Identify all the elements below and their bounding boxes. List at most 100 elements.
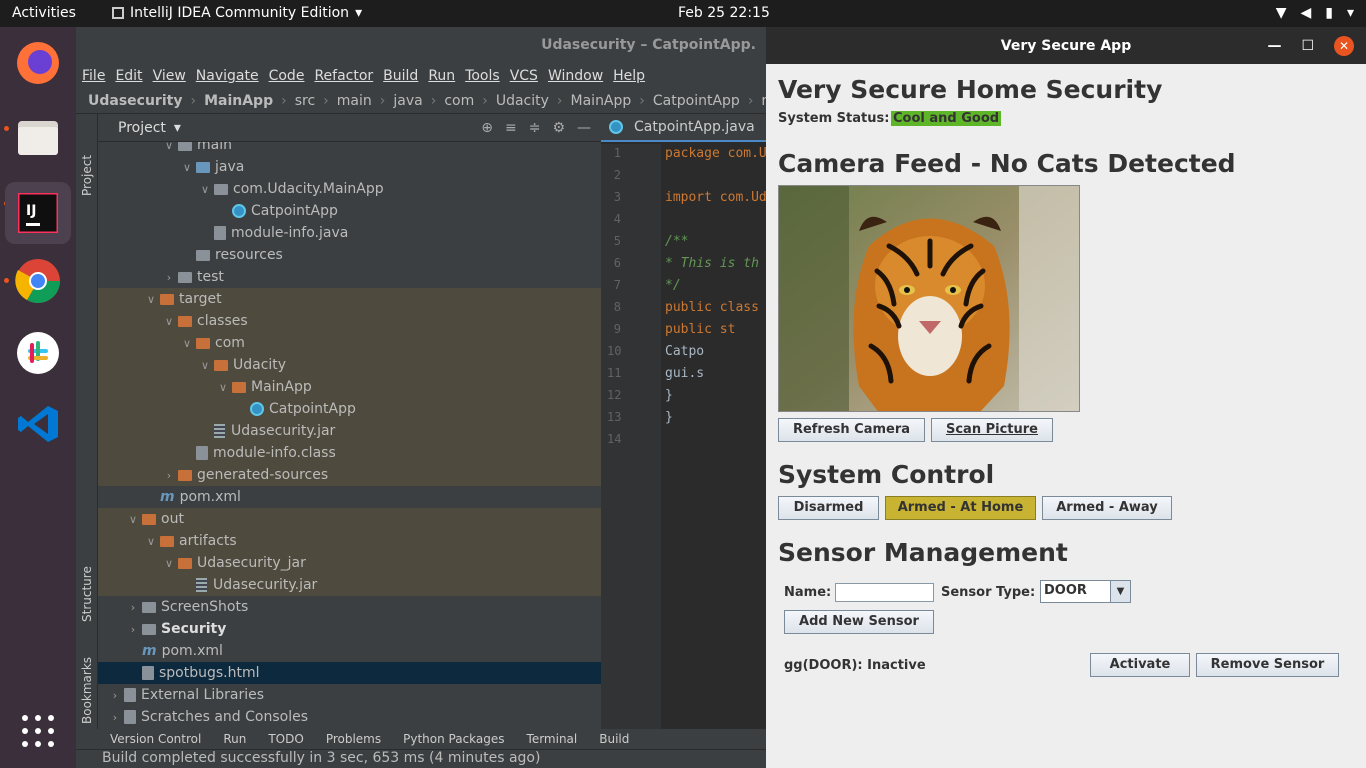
firefox-icon[interactable] [14, 39, 62, 87]
menu-item-view[interactable]: View [153, 68, 186, 84]
tree-row[interactable]: m pom.xml [98, 486, 601, 508]
chevron-down-icon[interactable]: ∨ [142, 535, 160, 548]
tool-tab-build[interactable]: Build [599, 732, 629, 746]
tree-row[interactable]: Udasecurity.jar [98, 574, 601, 596]
chevron-down-icon[interactable]: ∨ [214, 381, 232, 394]
tool-tab-python-packages[interactable]: Python Packages [403, 732, 504, 746]
bookmarks-side-tab[interactable]: Bookmarks [80, 657, 94, 724]
collapse-all-icon[interactable]: ≑ [529, 120, 541, 136]
show-apps-icon[interactable] [14, 707, 62, 755]
locate-icon[interactable]: ⊕ [481, 120, 493, 136]
tree-row[interactable]: Udasecurity.jar [98, 420, 601, 442]
tree-row[interactable]: › test [98, 266, 601, 288]
refresh-camera-button[interactable]: Refresh Camera [778, 418, 925, 442]
tree-row[interactable]: ∨ Udacity [98, 354, 601, 376]
tree-row[interactable]: ∨ out [98, 508, 601, 530]
breadcrumb-item[interactable]: Udacity [496, 93, 549, 109]
scan-picture-button[interactable]: Scan Picture [931, 418, 1053, 442]
chevron-down-icon[interactable]: ∨ [142, 293, 160, 306]
chevron-down-icon[interactable]: ∨ [160, 315, 178, 328]
tree-row[interactable]: resources [98, 244, 601, 266]
menu-item-code[interactable]: Code [269, 68, 305, 84]
chevron-down-icon[interactable]: ▼ [1110, 581, 1130, 602]
chevron-right-icon[interactable]: › [106, 711, 124, 724]
tool-tab-version-control[interactable]: Version Control [110, 732, 201, 746]
tool-tab-terminal[interactable]: Terminal [527, 732, 578, 746]
menu-item-edit[interactable]: Edit [115, 68, 142, 84]
tree-row[interactable]: › Security [98, 618, 601, 640]
chevron-down-icon[interactable]: ∨ [178, 337, 196, 350]
tree-row[interactable]: › generated-sources [98, 464, 601, 486]
breadcrumb-item[interactable]: main [337, 93, 372, 109]
maximize-icon[interactable]: ☐ [1301, 38, 1314, 54]
chevron-down-icon[interactable]: ∨ [196, 359, 214, 372]
close-icon[interactable]: ✕ [1334, 35, 1354, 56]
editor-tab[interactable]: CatpointApp.java [601, 114, 766, 142]
disarmed-button[interactable]: Disarmed [778, 496, 879, 520]
breadcrumb-item[interactable]: java [393, 93, 422, 109]
tool-tab-run[interactable]: Run [223, 732, 246, 746]
gear-icon[interactable]: ⚙ [552, 120, 565, 136]
tree-row[interactable]: CatpointApp [98, 398, 601, 420]
project-dropdown[interactable]: Project [118, 120, 166, 136]
intellij-dock-icon[interactable]: IJ [5, 182, 71, 244]
tree-row[interactable]: ∨ java [98, 156, 601, 178]
activities-button[interactable]: Activities [12, 5, 76, 21]
project-side-tab[interactable]: Project [80, 155, 94, 196]
chevron-right-icon[interactable]: › [124, 623, 142, 636]
tree-row[interactable]: spotbugs.html [98, 662, 601, 684]
remove-sensor-button[interactable]: Remove Sensor [1196, 653, 1339, 677]
sensor-type-select[interactable]: DOOR ▼ [1040, 580, 1131, 603]
chrome-icon[interactable] [14, 257, 62, 305]
tree-row[interactable]: ∨ Udasecurity_jar [98, 552, 601, 574]
breadcrumb-item[interactable]: Udasecurity [88, 93, 182, 109]
chevron-down-icon[interactable]: ∨ [160, 142, 178, 152]
breadcrumb-item[interactable]: src [295, 93, 315, 109]
chevron-down-icon[interactable]: ∨ [178, 161, 196, 174]
tree-row[interactable]: ∨ com.Udacity.MainApp [98, 178, 601, 200]
minimize-icon[interactable]: — [1267, 38, 1281, 54]
chevron-down-icon[interactable]: ▾ [174, 120, 181, 136]
menu-item-build[interactable]: Build [383, 68, 418, 84]
chevron-right-icon[interactable]: › [106, 689, 124, 702]
activate-button[interactable]: Activate [1090, 653, 1190, 677]
tree-row[interactable]: ∨ artifacts [98, 530, 601, 552]
tree-row[interactable]: ∨ target [98, 288, 601, 310]
chevron-down-icon[interactable]: ∨ [196, 183, 214, 196]
clock[interactable]: Feb 25 22:15 [678, 5, 770, 21]
files-icon[interactable] [14, 113, 62, 161]
tree-row[interactable]: ∨ MainApp [98, 376, 601, 398]
armed-away-button[interactable]: Armed - Away [1042, 496, 1172, 520]
tool-tab-todo[interactable]: TODO [268, 732, 303, 746]
armed-home-button[interactable]: Armed - At Home [885, 496, 1036, 520]
tree-row[interactable]: ∨ classes [98, 310, 601, 332]
menu-item-window[interactable]: Window [548, 68, 603, 84]
menu-item-vcs[interactable]: VCS [510, 68, 538, 84]
tree-row[interactable]: ∨ main [98, 142, 601, 156]
tree-row[interactable]: › External Libraries [98, 684, 601, 706]
slack-icon[interactable] [14, 329, 62, 377]
breadcrumb-item[interactable]: CatpointApp [653, 93, 740, 109]
breadcrumb-item[interactable]: MainApp [204, 93, 273, 109]
menu-item-help[interactable]: Help [613, 68, 645, 84]
tree-row[interactable]: CatpointApp [98, 200, 601, 222]
breadcrumb-item[interactable]: MainApp [571, 93, 632, 109]
menu-item-refactor[interactable]: Refactor [314, 68, 373, 84]
tree-row[interactable]: m pom.xml [98, 640, 601, 662]
menu-item-run[interactable]: Run [428, 68, 455, 84]
add-sensor-button[interactable]: Add New Sensor [784, 610, 934, 634]
vscode-icon[interactable] [14, 400, 62, 448]
tree-row[interactable]: module-info.class [98, 442, 601, 464]
menu-item-file[interactable]: File [82, 68, 105, 84]
tree-row[interactable]: module-info.java [98, 222, 601, 244]
name-field[interactable] [835, 583, 934, 602]
tree-row[interactable]: › ScreenShots [98, 596, 601, 618]
chevron-right-icon[interactable]: › [160, 271, 178, 284]
tool-tab-problems[interactable]: Problems [326, 732, 381, 746]
chevron-down-icon[interactable]: ∨ [124, 513, 142, 526]
chevron-down-icon[interactable]: ∨ [160, 557, 178, 570]
menu-item-navigate[interactable]: Navigate [196, 68, 259, 84]
expand-all-icon[interactable]: ≡ [505, 120, 517, 136]
structure-side-tab[interactable]: Structure [80, 566, 94, 622]
app-menu[interactable]: IntelliJ IDEA Community Edition ▾ [112, 5, 362, 21]
